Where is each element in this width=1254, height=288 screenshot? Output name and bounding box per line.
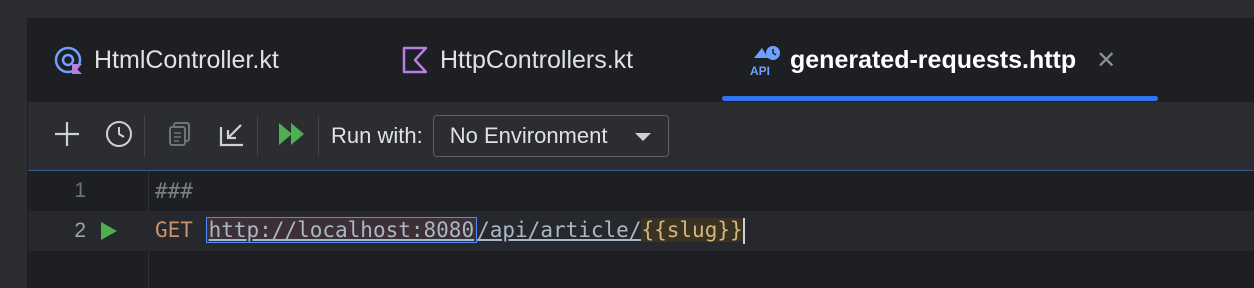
line-number: 1 <box>74 179 86 202</box>
tab-label: generated-requests.http <box>790 45 1077 74</box>
close-tab-icon[interactable]: ✕ <box>1096 46 1116 75</box>
copy-icon <box>165 119 195 154</box>
import-button[interactable] <box>215 119 249 153</box>
code-line-1[interactable]: 1 ### <box>28 171 1254 211</box>
environment-value: No Environment <box>449 123 608 148</box>
run-request-icon[interactable] <box>98 220 120 247</box>
import-arrow-icon <box>217 119 247 154</box>
active-tab-indicator <box>722 96 1158 101</box>
tab-http-controllers[interactable]: HttpControllers.kt <box>398 18 633 102</box>
history-button[interactable] <box>102 119 136 153</box>
tab-generated-requests[interactable]: API generated-requests.http ✕ <box>748 18 1116 102</box>
environment-select[interactable]: No Environment <box>432 115 669 157</box>
chevron-down-icon <box>634 123 652 149</box>
line-number: 2 <box>74 219 86 242</box>
plus-icon <box>52 119 82 154</box>
title-bar <box>0 0 1254 18</box>
run-with-label: Run with: <box>331 123 423 148</box>
tab-label: HttpControllers.kt <box>440 45 634 74</box>
request-line: GET http://localhost:8080/api/article/{{… <box>155 217 745 244</box>
tab-label: HtmlController.kt <box>94 45 279 74</box>
code-line-2[interactable]: 2 GET http://localhost:8080/api/article/… <box>28 211 1254 251</box>
request-separator: ### <box>155 179 193 203</box>
tab-html-controller[interactable]: HtmlController.kt <box>52 18 279 102</box>
code-editor[interactable]: 1 ### 2 GET http://localhost:8080/api/ar… <box>28 171 1254 288</box>
run-all-button[interactable] <box>276 119 310 153</box>
http-client-toolbar: Run with: No Environment <box>28 102 1254 171</box>
run-all-icon <box>276 119 310 154</box>
kotlin-file-icon <box>398 42 434 78</box>
toolbar-separator <box>257 116 258 156</box>
http-method: GET <box>155 218 193 242</box>
api-http-icon: API <box>748 42 784 78</box>
copy-button[interactable] <box>163 119 197 153</box>
template-variable: {{slug}} <box>641 218 743 242</box>
url-host[interactable]: http://localhost:8080 <box>205 217 478 243</box>
kotlin-controller-icon <box>52 42 88 78</box>
tool-window-strip <box>0 18 28 288</box>
add-request-button[interactable] <box>50 119 84 153</box>
toolbar-separator <box>144 116 145 156</box>
url-path: /api/article/ <box>477 218 642 242</box>
toolbar-separator <box>318 116 319 156</box>
editor-tabs: HtmlController.kt HttpControllers.kt API… <box>28 18 1254 102</box>
clock-icon <box>103 118 135 155</box>
svg-text:API: API <box>750 64 770 78</box>
text-caret <box>742 218 745 244</box>
